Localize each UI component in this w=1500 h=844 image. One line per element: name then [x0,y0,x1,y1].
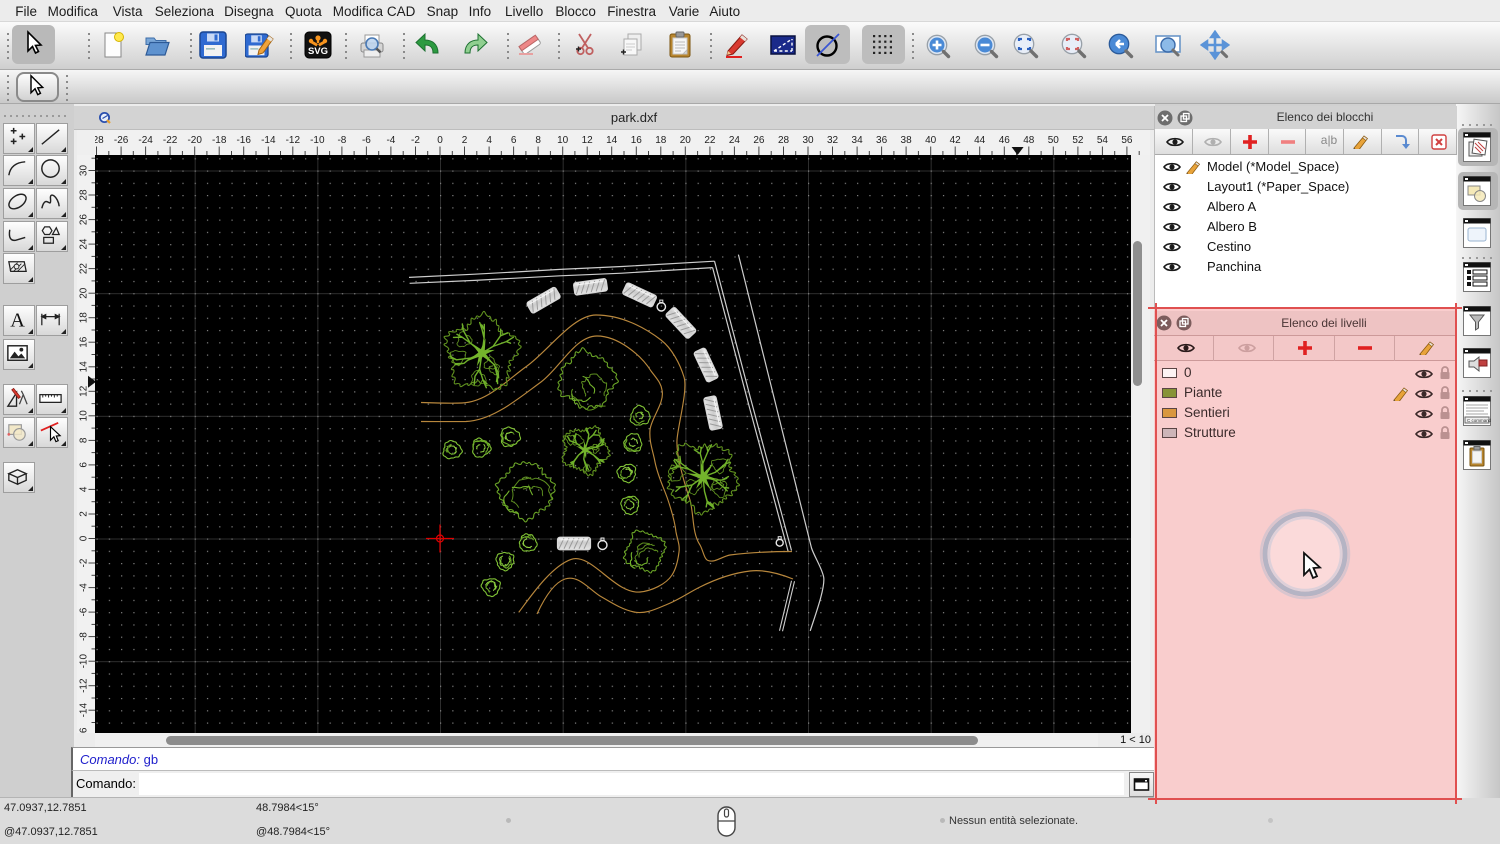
svg-text:26: 26 [79,214,90,226]
svg-text:52: 52 [1072,135,1084,146]
svg-text:54: 54 [1097,135,1109,146]
svg-text:-12: -12 [286,135,301,146]
svg-text:-10: -10 [310,135,325,146]
svg-text:28: 28 [778,135,790,146]
svg-text:-2: -2 [79,558,90,567]
svg-text:56: 56 [1121,135,1133,146]
svg-text:20: 20 [79,287,90,299]
svg-text:20: 20 [680,135,692,146]
svg-text:-20: -20 [187,135,202,146]
svg-text:36: 36 [876,135,888,146]
svg-text:2: 2 [462,135,468,146]
svg-text:8: 8 [79,437,90,443]
svg-text:-16: -16 [236,135,251,146]
svg-text:-28: -28 [95,135,104,146]
svg-text:24: 24 [79,238,90,250]
svg-text:C command: C command [1467,418,1491,423]
svg-text:-8: -8 [337,135,346,146]
svg-text:-10: -10 [79,654,90,669]
svg-text:18: 18 [655,135,667,146]
svg-text:30: 30 [79,165,90,177]
svg-text:-22: -22 [163,135,178,146]
svg-text:-14: -14 [79,703,90,718]
svg-text:32: 32 [827,135,839,146]
svg-text:14: 14 [606,135,618,146]
svg-text:-14: -14 [261,135,276,146]
svg-text:26: 26 [753,135,765,146]
svg-text:0: 0 [79,535,90,541]
svg-text:30: 30 [802,135,814,146]
svg-text:34: 34 [852,135,864,146]
svg-text:-6: -6 [79,607,90,616]
svg-text:-2: -2 [411,135,420,146]
svg-text:10: 10 [557,135,569,146]
svg-text:0: 0 [437,135,443,146]
svg-text:6: 6 [511,135,517,146]
svg-text:44: 44 [974,135,986,146]
svg-text:-8: -8 [79,632,90,641]
svg-text:14: 14 [79,361,90,373]
svg-text:A: A [10,309,25,331]
svg-text:-4: -4 [386,135,395,146]
svg-text:18: 18 [79,312,90,324]
svg-text:48: 48 [1023,135,1035,146]
svg-text:8: 8 [535,135,541,146]
svg-text:4: 4 [79,486,90,492]
svg-text:12: 12 [582,135,594,146]
svg-text:12: 12 [79,385,90,397]
svg-text:46: 46 [999,135,1011,146]
svg-text:28: 28 [79,189,90,201]
svg-text:6: 6 [79,462,90,468]
svg-text:40: 40 [925,135,937,146]
svg-text:22: 22 [79,263,90,275]
svg-text:10: 10 [79,410,90,422]
svg-text:2: 2 [79,511,90,517]
svg-text:4: 4 [486,135,492,146]
svg-text:-26: -26 [114,135,129,146]
svg-text:42: 42 [950,135,962,146]
svg-text:38: 38 [901,135,913,146]
svg-text:-18: -18 [212,135,227,146]
svg-text:16: 16 [79,336,90,348]
svg-text:SVG: SVG [308,46,328,57]
svg-text:24: 24 [729,135,741,146]
svg-text:-24: -24 [138,135,153,146]
svg-text:-4: -4 [79,583,90,592]
svg-text:16: 16 [631,135,643,146]
svg-text:-6: -6 [362,135,371,146]
svg-text:50: 50 [1048,135,1060,146]
svg-text:22: 22 [704,135,716,146]
svg-text:-12: -12 [79,678,90,693]
